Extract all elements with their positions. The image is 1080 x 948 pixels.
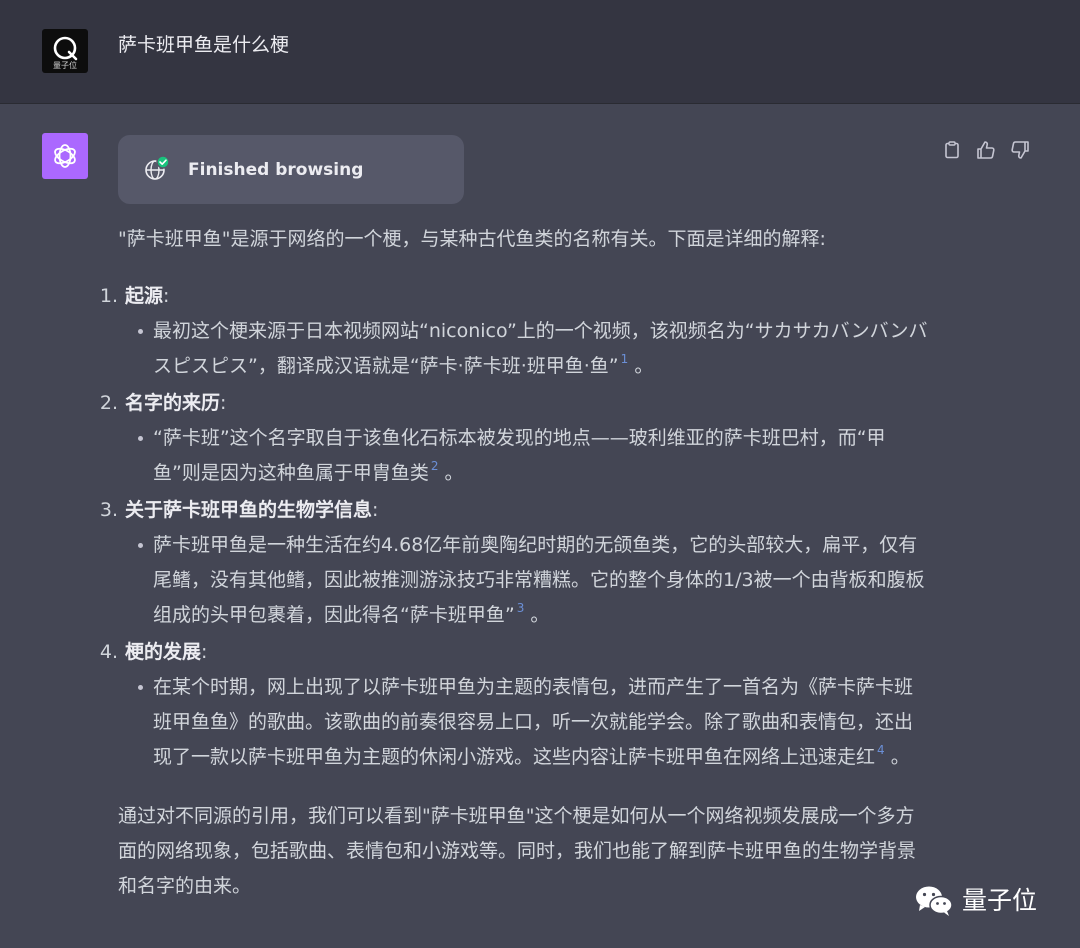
chat-page: 量子位 萨卡班甲鱼是什么梗 Finished browsing "萨卡班甲鱼"是… [0,0,1080,948]
globe-check-icon [145,155,170,180]
bullet-item: 萨卡班甲鱼是一种生活在约4.68亿年前奥陶纪时期的无颌鱼类，它的头部较大，扁平，… [125,528,930,635]
thumbs-down-icon [1011,141,1029,159]
user-avatar: 量子位 [42,29,88,73]
bullet-item: 在某个时期，网上出现了以萨卡班甲鱼为主题的表情包，进而产生了一首名为《萨卡萨卡班… [125,670,930,777]
browsing-status-label: Finished browsing [188,160,364,180]
watermark-text: 量子位 [962,886,1038,915]
citation-link[interactable]: 2 [431,459,439,473]
citation-link[interactable]: 1 [621,352,629,366]
bullet-item: “萨卡班”这个名字取自于该鱼化石标本被发现的地点——玻利维亚的萨卡班巴村，而“甲… [125,421,930,493]
thumbs-up-button[interactable] [974,138,998,162]
clipboard-icon [945,141,959,159]
section-bullets: 萨卡班甲鱼是一种生活在约4.68亿年前奥陶纪时期的无颌鱼类，它的头部较大，扁平，… [125,528,930,635]
section-number: 2. [99,392,118,414]
section-title: 起源: [125,285,170,307]
thumbs-down-button[interactable] [1008,138,1032,162]
section-title: 梗的发展: [125,641,208,663]
answer-sections: 1. 起源: 最初这个梗来源于日本视频网站“niconico”上的一个视频，该视… [100,279,930,777]
user-message-row: 量子位 萨卡班甲鱼是什么梗 [0,0,1080,104]
section-number: 4. [99,641,118,663]
bullet-item: 最初这个梗来源于日本视频网站“niconico”上的一个视频，该视频名为“サカサ… [125,314,930,386]
section-item: 3. 关于萨卡班甲鱼的生物学信息: 萨卡班甲鱼是一种生活在约4.68亿年前奥陶纪… [100,493,930,635]
assistant-avatar [42,133,88,179]
section-item: 1. 起源: 最初这个梗来源于日本视频网站“niconico”上的一个视频，该视… [100,279,930,386]
answer-conclusion: 通过对不同源的引用，我们可以看到"萨卡班甲鱼"这个梗是如何从一个网络视频发展成一… [118,805,917,897]
browsing-status-card[interactable]: Finished browsing [118,135,464,204]
qbitai-logo-icon [53,36,78,61]
citation-link[interactable]: 4 [877,743,885,757]
assistant-answer: "萨卡班甲鱼"是源于网络的一个梗，与某种古代鱼类的名称有关。下面是详细的解释: … [100,222,930,904]
answer-intro: "萨卡班甲鱼"是源于网络的一个梗，与某种古代鱼类的名称有关。下面是详细的解释: [118,228,826,250]
section-number: 3. [99,499,118,521]
thumbs-up-icon [977,141,995,159]
citation-link[interactable]: 3 [517,601,525,615]
section-bullets: 最初这个梗来源于日本视频网站“niconico”上的一个视频，该视频名为“サカサ… [125,314,930,386]
user-message-text: 萨卡班甲鱼是什么梗 [118,34,290,56]
wechat-icon [916,886,953,916]
section-title: 名字的来历: [125,392,227,414]
section-title: 关于萨卡班甲鱼的生物学信息: [125,499,379,521]
copy-button[interactable] [940,138,964,162]
openai-logo-icon [54,144,76,168]
section-item: 4. 梗的发展: 在某个时期，网上出现了以萨卡班甲鱼为主题的表情包，进而产生了一… [100,635,930,777]
section-bullets: “萨卡班”这个名字取自于该鱼化石标本被发现的地点——玻利维亚的萨卡班巴村，而“甲… [125,421,930,493]
section-number: 1. [99,285,118,307]
avatar-logo-text: 量子位 [53,61,77,70]
section-bullets: 在某个时期，网上出现了以萨卡班甲鱼为主题的表情包，进而产生了一首名为《萨卡萨卡班… [125,670,930,777]
watermark: 量子位 [914,880,1037,922]
section-item: 2. 名字的来历: “萨卡班”这个名字取自于该鱼化石标本被发现的地点——玻利维亚… [100,386,930,493]
